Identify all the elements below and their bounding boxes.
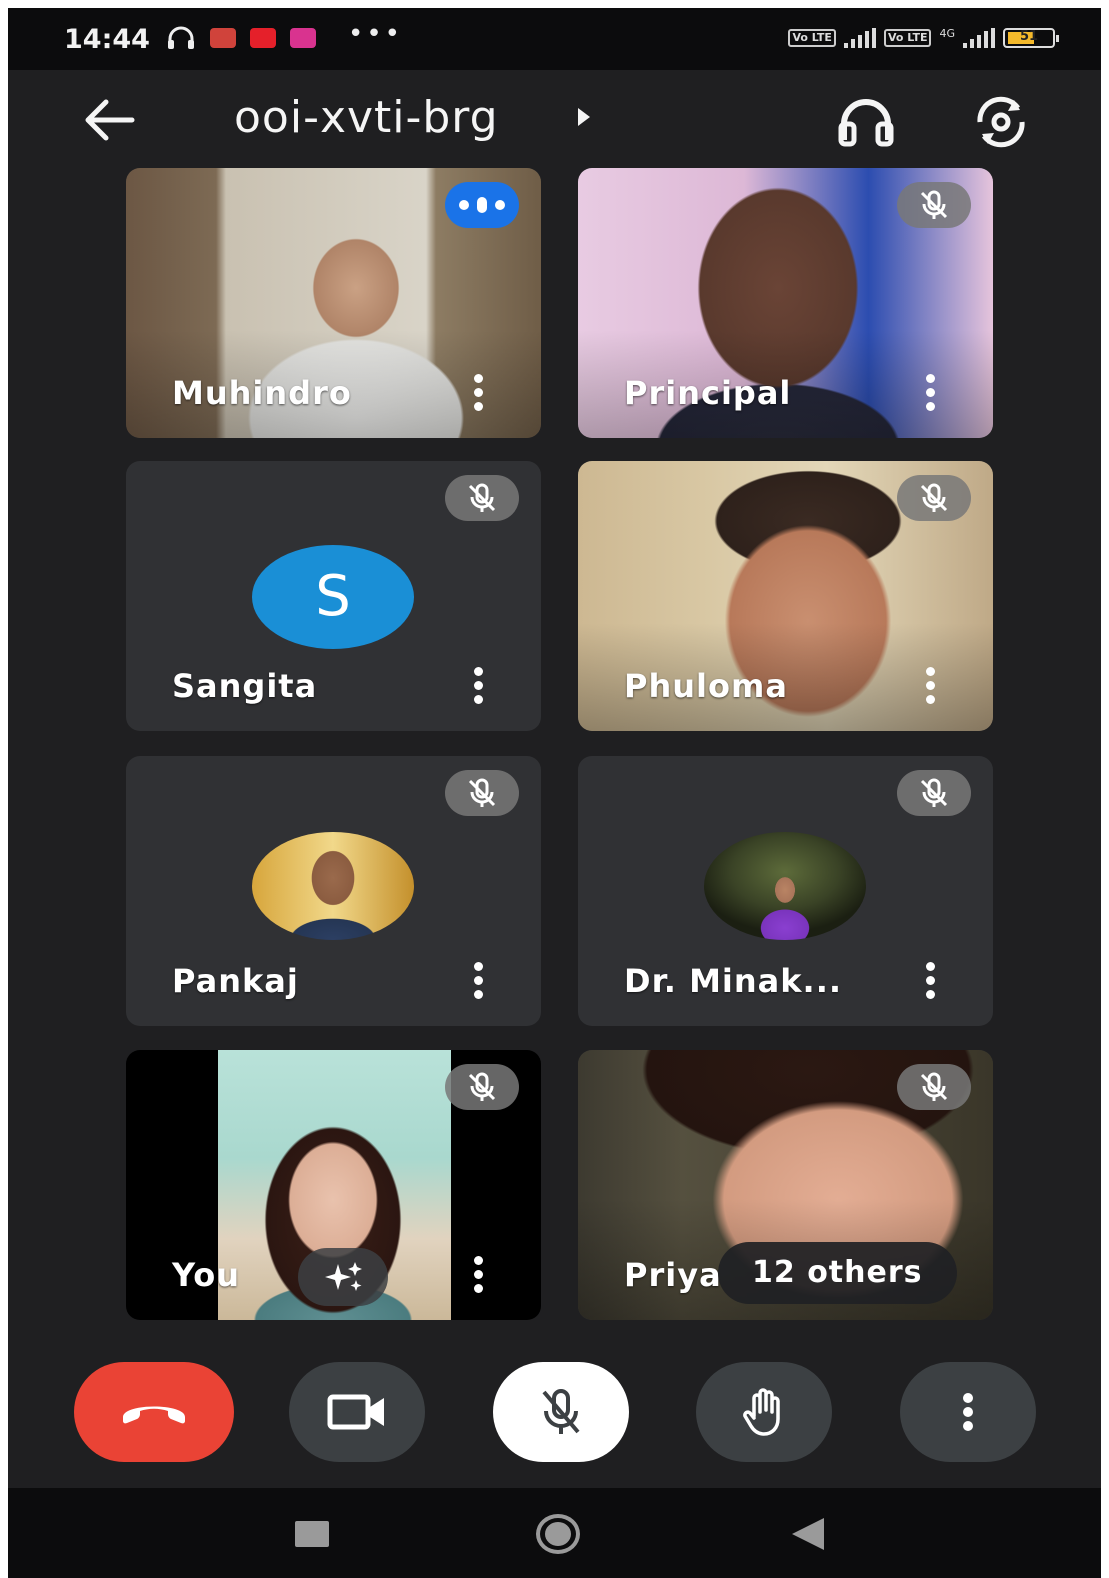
mic-off-icon: [542, 1389, 580, 1434]
audio-output-icon[interactable]: [836, 96, 896, 148]
meet-call-screen: 14:44 ••• Vo LTE Vo LTE 4G 51 ooi-xvti-b…: [8, 8, 1101, 1578]
others-count-button[interactable]: 12 others: [718, 1242, 957, 1304]
signal-icon: [843, 28, 876, 48]
speaking-indicator-icon: [445, 182, 519, 228]
participant-options-icon[interactable]: [471, 374, 485, 414]
participant-options-icon[interactable]: [923, 667, 937, 707]
participant-options-icon[interactable]: [471, 962, 485, 1002]
participant-name: Principal: [624, 374, 792, 412]
volte-icon: Vo LTE: [788, 29, 836, 47]
media-app-icon: [290, 28, 316, 48]
mic-toggle-button[interactable]: [493, 1362, 629, 1462]
network-type-label: 4G: [939, 26, 955, 40]
muted-indicator-icon: [445, 770, 519, 816]
back-arrow-icon[interactable]: [82, 98, 136, 142]
camera-toggle-button[interactable]: [289, 1362, 425, 1462]
muted-indicator-icon: [897, 770, 971, 816]
effects-button[interactable]: [298, 1248, 388, 1306]
participant-name: Dr. Minak...: [624, 962, 843, 1000]
system-nav-bar: [8, 1488, 1101, 1578]
raise-hand-button[interactable]: [696, 1362, 832, 1462]
participant-name: Sangita: [172, 667, 318, 705]
participant-options-icon[interactable]: [923, 962, 937, 1002]
signal-icon-2: [963, 28, 995, 48]
participant-options-icon[interactable]: [471, 667, 485, 707]
muted-indicator-icon: [897, 475, 971, 521]
participant-tile-muhindro[interactable]: Muhindro: [126, 168, 541, 438]
more-options-button[interactable]: [900, 1362, 1036, 1462]
participant-name: Muhindro: [172, 374, 352, 412]
caret-right-icon[interactable]: [578, 108, 590, 126]
meeting-code[interactable]: ooi-xvti-brg: [234, 92, 499, 143]
muted-indicator-icon: [897, 1064, 971, 1110]
call-header: ooi-xvti-brg: [8, 70, 1101, 170]
participant-name: Phuloma: [624, 667, 788, 705]
battery-level: 51: [1019, 29, 1039, 44]
muted-indicator-icon: [445, 1064, 519, 1110]
participant-tile-phuloma[interactable]: Phuloma: [578, 461, 993, 731]
participant-options-icon[interactable]: [471, 1256, 485, 1296]
youtube-app-icon: [250, 28, 276, 48]
participant-name: Priya: [624, 1256, 722, 1294]
status-bar: 14:44 ••• Vo LTE Vo LTE 4G 51: [8, 8, 1101, 70]
participant-tile-dr-minak[interactable]: Dr. Minak...: [578, 756, 993, 1026]
home-icon[interactable]: [536, 1514, 580, 1554]
call-controls: [8, 1362, 1101, 1472]
participant-avatar: [252, 832, 414, 940]
participant-options-icon[interactable]: [923, 374, 937, 414]
more-vert-icon: [963, 1393, 973, 1431]
participant-tile-sangita[interactable]: S Sangita: [126, 461, 541, 731]
raise-hand-icon: [743, 1388, 780, 1436]
end-call-button[interactable]: [74, 1362, 234, 1462]
participant-tile-priya[interactable]: Priya 12 others: [578, 1050, 993, 1320]
participant-name: Pankaj: [172, 962, 299, 1000]
sparkle-effects-icon: [325, 1262, 362, 1291]
switch-camera-icon[interactable]: [970, 94, 1032, 150]
participant-tile-pankaj[interactable]: Pankaj: [126, 756, 541, 1026]
participant-avatar: S: [252, 545, 414, 649]
volte-icon-2: Vo LTE: [883, 29, 932, 47]
more-notifications-icon: •••: [348, 19, 404, 49]
status-time: 14:44: [64, 24, 150, 55]
system-indicators: Vo LTE Vo LTE 4G 51: [788, 26, 1059, 48]
camera-icon: [327, 1394, 384, 1430]
participant-tile-self[interactable]: You: [126, 1050, 541, 1320]
headset-status-icon: [168, 26, 194, 49]
calendar-app-icon: [210, 28, 236, 48]
nav-back-icon[interactable]: [792, 1518, 824, 1550]
recent-apps-icon[interactable]: [295, 1521, 329, 1547]
participant-name: You: [172, 1256, 240, 1294]
muted-indicator-icon: [445, 475, 519, 521]
notification-icons: •••: [166, 19, 403, 51]
end-call-icon: [123, 1406, 185, 1424]
battery-icon: 51: [1003, 28, 1059, 48]
participant-tile-principal[interactable]: Principal: [578, 168, 993, 438]
muted-indicator-icon: [897, 182, 971, 228]
participant-avatar: [704, 832, 866, 940]
